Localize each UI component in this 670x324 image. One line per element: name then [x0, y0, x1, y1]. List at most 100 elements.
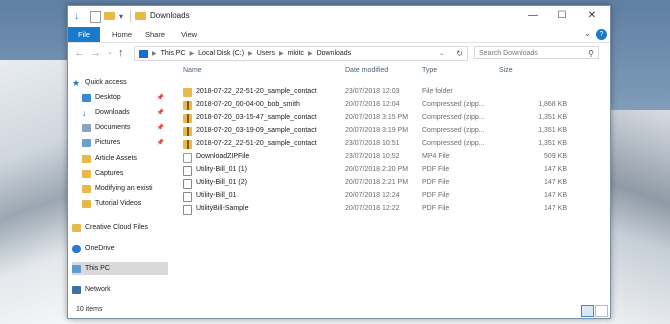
table-row[interactable]: 2018-07-22_22-51-20_sample_contact 23/07…: [177, 86, 607, 99]
new-folder-icon[interactable]: [104, 12, 115, 20]
details-view-icon[interactable]: [581, 305, 594, 317]
zip-stripe: [187, 101, 189, 110]
sidebar-item-desktop[interactable]: Desktop 📌: [82, 91, 168, 104]
address-dropdown-icon[interactable]: ⌄: [439, 50, 444, 57]
network-icon: [72, 285, 81, 294]
column-header-size[interactable]: Size: [499, 67, 513, 74]
folder-icon: [82, 154, 91, 163]
breadcrumb-local-disk[interactable]: Local Disk (C:): [198, 50, 244, 57]
pin-icon[interactable]: 📌: [157, 139, 164, 146]
pc-icon: [139, 49, 148, 58]
pin-icon[interactable]: 📌: [157, 94, 164, 101]
breadcrumb-arrow-icon: ▶: [248, 51, 253, 57]
search-input[interactable]: Search Downloads ⚲: [474, 46, 599, 59]
sidebar-item-modifying[interactable]: Modifying an existi: [82, 182, 168, 195]
ribbon-expand-icon[interactable]: ⌄: [584, 29, 591, 38]
sidebar-item-tutorial-videos[interactable]: Tutorial Videos: [82, 197, 168, 210]
folder-icon: [183, 88, 192, 97]
refresh-icon[interactable]: ↻: [456, 49, 463, 58]
table-row[interactable]: Utility-Bill_01 20/07/2018 12:24 PDF Fil…: [177, 190, 607, 203]
sidebar-item-onedrive[interactable]: OneDrive: [72, 242, 168, 255]
tab-home[interactable]: Home: [108, 27, 136, 42]
documents-icon: [82, 123, 91, 132]
ribbon-tabs: File Home Share View ⌄ ?: [68, 27, 610, 43]
minimize-button[interactable]: —: [519, 8, 547, 24]
zip-stripe: [187, 140, 189, 149]
customize-toolbar-icon[interactable]: ▾: [119, 10, 123, 22]
file-list: Name Date modified Type Size 2018-07-22_…: [177, 64, 607, 294]
breadcrumb-user[interactable]: mkitc: [288, 50, 304, 57]
folder-icon: [82, 184, 91, 193]
column-header-date[interactable]: Date modified: [345, 67, 388, 74]
title-bar[interactable]: ↓ ▾ Downloads — ☐ ✕: [68, 6, 610, 27]
large-icons-view-icon[interactable]: [595, 305, 608, 317]
close-button[interactable]: ✕: [578, 8, 606, 24]
maximize-button[interactable]: ☐: [548, 8, 576, 24]
folder-icon: [72, 223, 81, 232]
column-header-type[interactable]: Type: [422, 67, 437, 74]
desktop-wallpaper-left: [0, 60, 75, 324]
folder-icon: [82, 199, 91, 208]
search-placeholder: Search Downloads: [479, 50, 538, 57]
table-row[interactable]: 2018-07-22_22-51-20_sample_contact 23/07…: [177, 138, 607, 151]
breadcrumb-this-pc[interactable]: This PC: [161, 50, 186, 57]
back-arrow-icon[interactable]: ←: [74, 46, 85, 60]
quick-access-save-icon[interactable]: ↓: [74, 10, 84, 22]
recent-locations-icon[interactable]: ⌄: [107, 46, 113, 60]
pdf-icon: [183, 205, 192, 215]
table-row[interactable]: 2018-07-20_03-19-09_sample_contact 20/07…: [177, 125, 607, 138]
pdf-icon: [183, 192, 192, 202]
zip-stripe: [187, 114, 189, 123]
forward-arrow-icon[interactable]: →: [90, 46, 101, 60]
sidebar-item-pictures[interactable]: Pictures 📌: [82, 136, 168, 149]
table-row[interactable]: UtilityBill-Sample 20/07/2018 12:22 PDF …: [177, 203, 607, 216]
window-title: Downloads: [150, 11, 190, 20]
pdf-icon: [183, 166, 192, 176]
computer-icon: [72, 264, 81, 273]
properties-icon[interactable]: [90, 11, 101, 23]
breadcrumb-users[interactable]: Users: [257, 50, 275, 57]
pictures-icon: [82, 138, 91, 147]
up-arrow-icon[interactable]: ↑: [118, 46, 124, 60]
pin-icon[interactable]: 📌: [157, 124, 164, 131]
pdf-icon: [183, 179, 192, 189]
window-folder-icon: [135, 12, 146, 20]
breadcrumb-arrow-icon: ▶: [278, 51, 284, 57]
address-bar[interactable]: ▶ This PC ▶ Local Disk (C:) ▶ Users ▶ mk…: [134, 46, 468, 61]
tab-file[interactable]: File: [68, 27, 100, 42]
item-count: 10 items: [76, 306, 103, 313]
download-icon: ↓: [82, 107, 87, 118]
navigation-bar: ← → ⌄ ↑ ▶ This PC ▶ Local Disk (C:) ▶ Us…: [68, 43, 610, 63]
desktop-wallpaper-right: [606, 110, 670, 324]
sidebar-item-quick-access[interactable]: ★ Quick access: [72, 76, 168, 89]
sidebar-item-documents[interactable]: Documents 📌: [82, 121, 168, 134]
table-row[interactable]: 2018-07-20_03-15-47_sample_contact 20/07…: [177, 112, 607, 125]
table-row[interactable]: Utility-Bill_01 (1) 20/07/2018 2:20 PM P…: [177, 164, 607, 177]
table-row[interactable]: DownloadZIPFile 23/07/2018 10:52 MP4 Fil…: [177, 151, 607, 164]
zip-stripe: [187, 127, 189, 136]
breadcrumb-downloads[interactable]: Downloads: [317, 50, 352, 57]
sidebar-item-creative-cloud[interactable]: Creative Cloud Files: [72, 221, 168, 234]
sidebar-item-network[interactable]: Network: [72, 283, 168, 296]
column-header-name[interactable]: Name: [183, 67, 202, 74]
table-row[interactable]: 2018-07-20_00-04-00_bob_smith 20/07/2018…: [177, 99, 607, 112]
sidebar-item-article-assets[interactable]: Article Assets: [82, 152, 168, 165]
folder-icon: [82, 169, 91, 178]
navigation-pane: ★ Quick access Desktop 📌 ↓ Downloads 📌 Docum…: [68, 64, 171, 294]
sidebar-item-captures[interactable]: Captures: [82, 167, 168, 180]
sidebar-item-this-pc[interactable]: This PC: [72, 262, 168, 275]
help-icon[interactable]: ?: [596, 29, 607, 40]
video-icon: [183, 153, 192, 163]
pin-icon[interactable]: 📌: [157, 109, 164, 116]
breadcrumb-arrow-icon: ▶: [307, 51, 313, 57]
status-bar: 10 items: [68, 304, 610, 318]
cloud-icon: [72, 244, 81, 253]
breadcrumb-arrow-icon: ▶: [189, 51, 195, 57]
tab-view[interactable]: View: [176, 27, 202, 42]
tab-share[interactable]: Share: [140, 27, 170, 42]
star-icon: ★: [72, 77, 81, 88]
table-row[interactable]: Utility-Bill_01 (2) 20/07/2018 2:21 PM P…: [177, 177, 607, 190]
breadcrumb-arrow-icon: ▶: [152, 51, 157, 57]
sidebar-item-downloads[interactable]: ↓ Downloads 📌: [82, 106, 168, 119]
title-separator: [130, 10, 131, 22]
